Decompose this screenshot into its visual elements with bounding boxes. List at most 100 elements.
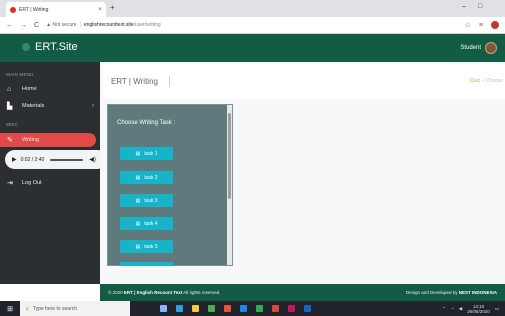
book-icon: ▙ bbox=[7, 103, 13, 110]
home-icon: ⌂ bbox=[7, 85, 12, 93]
breadcrumb: Quiz › Choose bbox=[470, 78, 503, 84]
page-header-panel: ERT | Writing Quiz › Choose bbox=[103, 64, 505, 99]
footer: © 2020 ERT | English Recount Text All ri… bbox=[100, 284, 505, 301]
sidebar-item-home[interactable]: ⌂ Home bbox=[0, 82, 100, 96]
browser-tab[interactable]: ERT | Writing × bbox=[6, 2, 106, 17]
address-bar: ← → C ▲ Not secure | englishrecounttext.… bbox=[0, 17, 505, 34]
system-tray: ⌃ ◔ ◀ 13:10 26/06/2020 ▭ bbox=[442, 304, 505, 314]
breadcrumb-link-quiz[interactable]: Quiz bbox=[470, 78, 480, 84]
chrome-icon[interactable] bbox=[224, 305, 231, 312]
book-icon: ▤ bbox=[135, 174, 141, 181]
task-list-scrollbar[interactable] bbox=[227, 105, 232, 265]
sidebar-item-writing[interactable]: ✎ Writing bbox=[0, 133, 96, 147]
windows-start-icon[interactable]: ⊞ bbox=[0, 301, 20, 316]
app-icon[interactable] bbox=[288, 305, 295, 312]
user-menu[interactable]: Student bbox=[460, 42, 497, 54]
task-list-panel: Choose Writing Task : ▤ task 1 ▤ task 2 … bbox=[107, 104, 233, 266]
audio-time: 0:02 / 2:40 bbox=[20, 156, 45, 163]
task-4-button[interactable]: ▤ task 4 bbox=[120, 217, 173, 230]
play-icon[interactable]: ▶ bbox=[12, 156, 17, 163]
main-content: ERT | Writing Quiz › Choose Choose Writing… bbox=[100, 62, 505, 284]
sidebar-item-label: Writing bbox=[22, 137, 40, 143]
audio-player[interactable]: ▶ 0:02 / 2:40 ◀) bbox=[5, 150, 107, 169]
volume-icon[interactable]: ◀) bbox=[89, 156, 96, 163]
task-label: task 1 bbox=[144, 150, 158, 157]
notifications-icon[interactable]: ▭ bbox=[495, 306, 499, 312]
sidebar-item-materials[interactable]: ▙ Materials › bbox=[0, 99, 100, 113]
book-icon: ▤ bbox=[135, 220, 141, 227]
task-6-button-partial[interactable] bbox=[120, 262, 173, 266]
taskbar-search-input[interactable]: ⌕ Type here to search bbox=[20, 301, 130, 316]
extensions-icon[interactable]: ≡ bbox=[479, 22, 483, 29]
clock-date: 26/06/2020 bbox=[467, 308, 490, 314]
task-heading: Choose Writing Task : bbox=[117, 120, 176, 126]
audio-progress-bar[interactable] bbox=[50, 158, 84, 161]
maximize-button[interactable]: □ bbox=[478, 3, 482, 10]
breadcrumb-separator: › bbox=[482, 78, 484, 84]
task-5-button[interactable]: ▤ task 5 bbox=[120, 240, 173, 253]
book-icon: ▤ bbox=[135, 197, 141, 204]
book-icon: ▤ bbox=[135, 150, 141, 157]
misc-heading: MISC bbox=[6, 122, 19, 127]
back-icon[interactable]: ← bbox=[6, 22, 13, 29]
task-label: task 2 bbox=[144, 174, 158, 181]
brand-name: ERT.Site bbox=[35, 41, 78, 53]
forward-icon[interactable]: → bbox=[20, 22, 27, 29]
task-view-icon[interactable] bbox=[160, 305, 167, 312]
task-3-button[interactable]: ▤ task 3 bbox=[120, 194, 173, 207]
minimize-button[interactable]: – bbox=[462, 3, 466, 10]
chevron-up-icon[interactable]: ⌃ bbox=[442, 306, 446, 312]
search-icon: ⌕ bbox=[26, 305, 29, 312]
breadcrumb-current: Choose bbox=[485, 78, 503, 84]
task-1-button[interactable]: ▤ task 1 bbox=[120, 147, 173, 160]
word-icon[interactable] bbox=[240, 305, 247, 312]
taskbar-apps bbox=[160, 305, 311, 312]
scrollbar-thumb[interactable] bbox=[228, 113, 231, 199]
page-title: ERT | Writing bbox=[111, 77, 158, 86]
title-divider bbox=[169, 76, 170, 87]
brand-logo[interactable]: ERT.Site bbox=[22, 41, 78, 53]
app-icon[interactable] bbox=[304, 305, 311, 312]
task-label: task 3 bbox=[144, 197, 158, 204]
store-icon[interactable] bbox=[208, 305, 215, 312]
security-indicator[interactable]: ▲ Not secure bbox=[46, 22, 77, 28]
url-path[interactable]: /user/writing bbox=[134, 22, 161, 28]
edge-icon[interactable] bbox=[176, 305, 183, 312]
profile-icon[interactable] bbox=[491, 21, 499, 29]
brand-icon bbox=[22, 43, 30, 51]
logout-icon: ⇥ bbox=[7, 180, 13, 187]
task-label: task 5 bbox=[144, 243, 158, 250]
developer-credit: Design and Developed by NEST INDONESIA bbox=[405, 290, 497, 295]
star-icon[interactable]: ☆ bbox=[465, 21, 471, 29]
browser-tabstrip: ERT | Writing × + – □ bbox=[0, 0, 505, 17]
book-icon: ▤ bbox=[135, 243, 141, 250]
pencil-icon: ✎ bbox=[7, 137, 13, 144]
sidebar-item-logout[interactable]: ⇥ Log Out bbox=[0, 176, 100, 190]
chevron-right-icon: › bbox=[92, 103, 94, 109]
url-host[interactable]: englishrecounttext.site bbox=[84, 22, 134, 28]
url-divider: | bbox=[79, 22, 81, 28]
copyright-text: © 2020 ERT | English Recount Text All ri… bbox=[108, 290, 221, 295]
reload-icon[interactable]: C bbox=[34, 22, 39, 29]
clock[interactable]: 13:10 26/06/2020 bbox=[467, 304, 490, 314]
network-icon[interactable]: ◔ bbox=[451, 306, 454, 311]
task-2-button[interactable]: ▤ task 2 bbox=[120, 171, 173, 184]
search-placeholder: Type here to search bbox=[32, 305, 78, 312]
main-menu-heading: MAIN MENU bbox=[6, 72, 34, 77]
tab-title: ERT | Writing bbox=[19, 6, 49, 13]
file-explorer-icon[interactable] bbox=[192, 305, 199, 312]
volume-icon[interactable]: ◀ bbox=[459, 306, 462, 312]
os-taskbar: ⊞ ⌕ Type here to search ⌃ ◔ ◀ 13:10 26/0… bbox=[0, 301, 505, 316]
sidebar-item-label: Home bbox=[22, 86, 37, 92]
tab-close-button[interactable]: × bbox=[98, 7, 102, 13]
address-bar-actions: ☆ ≡ bbox=[465, 21, 499, 29]
powerpoint-icon[interactable] bbox=[272, 305, 279, 312]
new-tab-button[interactable]: + bbox=[110, 3, 115, 12]
task-label: task 4 bbox=[144, 220, 158, 227]
favicon-icon bbox=[10, 6, 16, 13]
app-header: ERT.Site Student bbox=[0, 34, 505, 62]
user-label: Student bbox=[460, 45, 481, 51]
avatar[interactable] bbox=[485, 42, 497, 54]
sidebar-item-label: Log Out bbox=[22, 180, 42, 186]
excel-icon[interactable] bbox=[256, 305, 263, 312]
